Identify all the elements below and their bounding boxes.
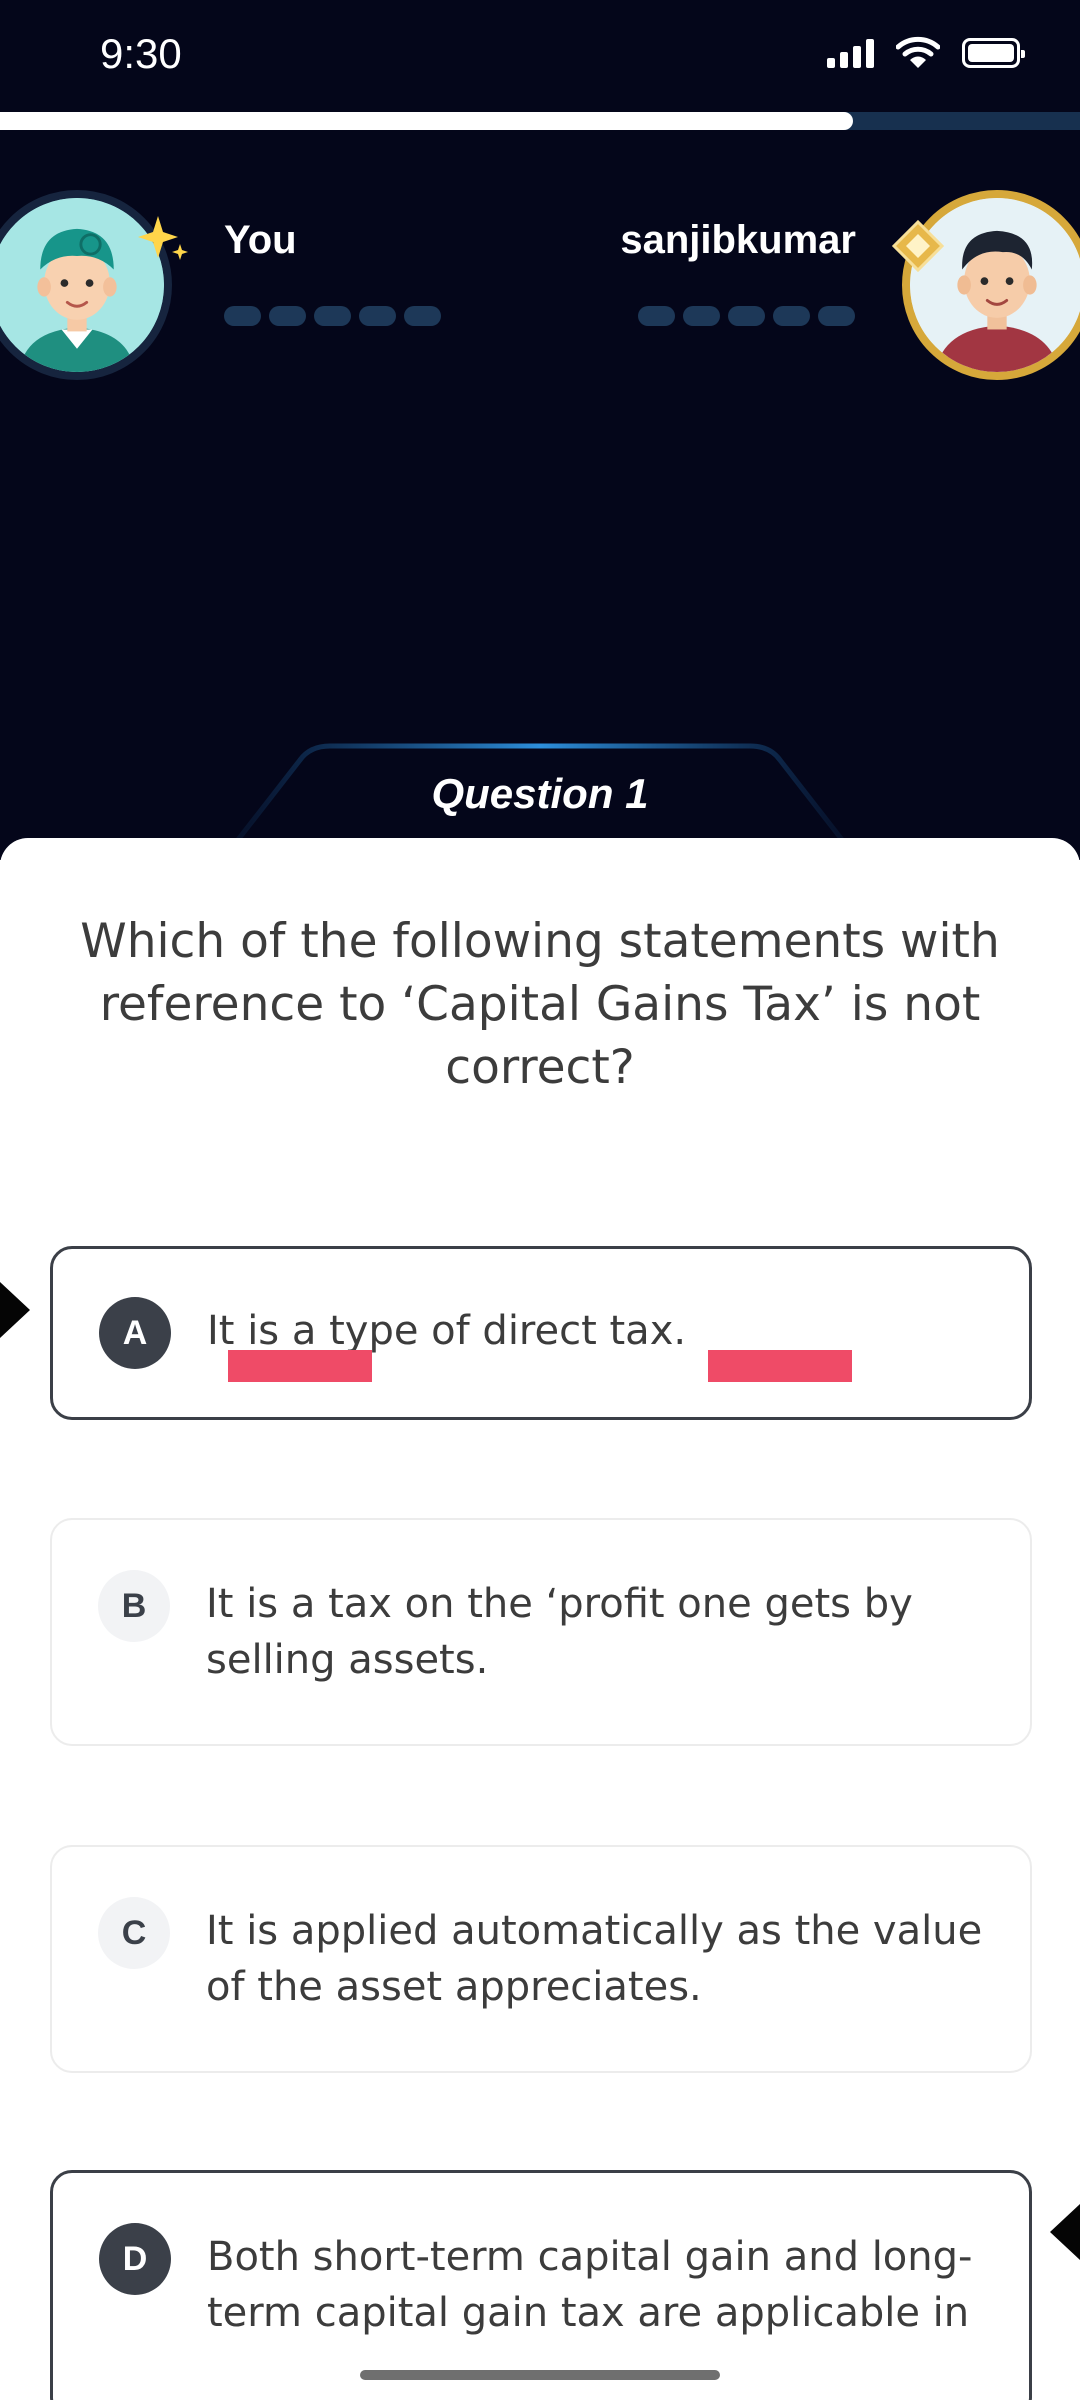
opponent-answer-pointer: [1050, 2204, 1080, 2260]
progress-dots-opponent: [638, 306, 855, 326]
option-c-letter: C: [98, 1897, 170, 1969]
option-b[interactable]: B It is a tax on the ‘profit one gets by…: [50, 1518, 1032, 1746]
progress-dots-you: [224, 306, 441, 326]
option-d-text: Both short-term capital gain and long-te…: [207, 2234, 973, 2336]
signal-icon: [827, 38, 874, 68]
option-b-text: It is a tax on the ‘profit one gets by s…: [206, 1581, 913, 1683]
status-time: 9:30: [100, 30, 182, 77]
question-number: Question 1: [431, 770, 649, 817]
option-d-letter: D: [99, 2223, 171, 2295]
option-a-letter: A: [99, 1297, 171, 1369]
option-a[interactable]: A It is a type of direct tax.: [50, 1246, 1032, 1420]
timer-bar-fill: [0, 112, 854, 130]
option-b-letter: B: [98, 1570, 170, 1642]
option-d[interactable]: D Both short-term capital gain and long-…: [50, 2170, 1032, 2400]
player-name-you: You: [224, 218, 297, 262]
answer-marker-opponent: [708, 1350, 852, 1382]
answer-marker-you: [228, 1350, 372, 1382]
status-icons: [827, 36, 1025, 70]
home-indicator[interactable]: [360, 2370, 720, 2380]
you-answer-pointer: [0, 1282, 30, 1338]
option-c[interactable]: C It is applied automatically as the val…: [50, 1845, 1032, 2073]
question-text: Which of the following statements with r…: [80, 914, 1000, 1095]
wifi-icon: [896, 36, 940, 68]
timer-bar: [0, 112, 1080, 130]
sparkle-icon: [138, 216, 188, 260]
gem-icon: [891, 219, 945, 273]
player-name-opponent: sanjibkumar: [620, 218, 856, 262]
option-c-text: It is applied automatically as the value…: [206, 1908, 983, 2010]
battery-icon: [962, 38, 1025, 68]
